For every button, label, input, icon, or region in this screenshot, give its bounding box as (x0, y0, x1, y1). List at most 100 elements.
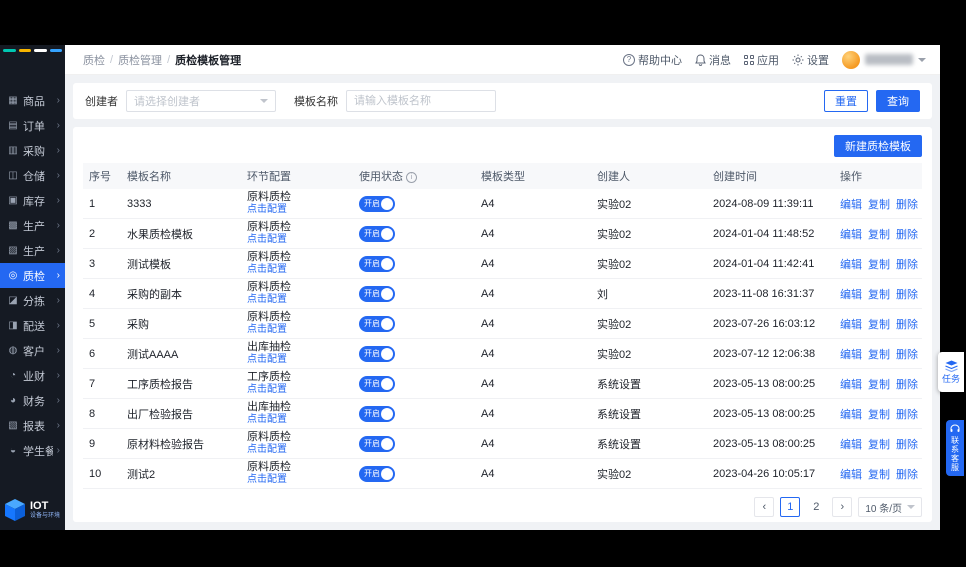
delete-link[interactable]: 删除 (896, 349, 918, 361)
copy-link[interactable]: 复制 (868, 199, 890, 211)
sidebar-item-13[interactable]: ◕财务› (0, 388, 65, 413)
creator-cell: 系统设置 (591, 399, 707, 429)
operations-cell: 编辑复制删除 (834, 189, 922, 219)
sidebar-item-2[interactable]: ▤订单› (0, 113, 65, 138)
toggle-knob (381, 468, 393, 480)
messages-button[interactable]: 消息 (695, 52, 731, 68)
help-center-button[interactable]: ? 帮助中心 (623, 52, 682, 68)
edit-link[interactable]: 编辑 (840, 469, 862, 481)
copy-link[interactable]: 复制 (868, 319, 890, 331)
sidebar-item-9[interactable]: ◪分拣› (0, 288, 65, 313)
col-operations: 操作 (834, 163, 922, 189)
logo-dash (34, 49, 47, 52)
configure-link[interactable]: 点击配置 (247, 324, 287, 336)
sidebar-item-10[interactable]: ◨配送› (0, 313, 65, 338)
delete-link[interactable]: 删除 (896, 319, 918, 331)
sidebar-item-12[interactable]: ◔业财› (0, 363, 65, 388)
configure-link[interactable]: 点击配置 (247, 384, 287, 396)
next-page-button[interactable]: › (832, 497, 852, 517)
delete-link[interactable]: 删除 (896, 409, 918, 421)
delete-link[interactable]: 删除 (896, 259, 918, 271)
configure-link[interactable]: 点击配置 (247, 474, 287, 486)
copy-link[interactable]: 复制 (868, 229, 890, 241)
copy-link[interactable]: 复制 (868, 469, 890, 481)
status-toggle[interactable]: 开启 (359, 466, 395, 482)
edit-link[interactable]: 编辑 (840, 289, 862, 301)
configure-link[interactable]: 点击配置 (247, 444, 287, 456)
status-toggle[interactable]: 开启 (359, 346, 395, 362)
page-button-2[interactable]: 2 (806, 497, 826, 517)
new-template-button[interactable]: 新建质检模板 (834, 135, 922, 157)
edit-link[interactable]: 编辑 (840, 319, 862, 331)
sidebar-item-7[interactable]: ▨生产› (0, 238, 65, 263)
status-toggle[interactable]: 开启 (359, 256, 395, 272)
configure-link[interactable]: 点击配置 (247, 294, 287, 306)
chevron-right-icon: › (57, 445, 60, 456)
status-cell: 开启 (353, 249, 475, 279)
chevron-right-icon: › (57, 345, 60, 356)
copy-link[interactable]: 复制 (868, 439, 890, 451)
template-name-input[interactable] (346, 90, 496, 112)
breadcrumb-item[interactable]: 质检管理 (118, 52, 162, 68)
operations-cell: 编辑复制删除 (834, 399, 922, 429)
creator-select[interactable]: 请选择创建者 (126, 90, 276, 112)
chevron-right-icon: › (57, 420, 60, 431)
copy-link[interactable]: 复制 (868, 349, 890, 361)
status-toggle[interactable]: 开启 (359, 226, 395, 242)
sidebar-item-8[interactable]: ◎质检› (0, 263, 65, 288)
template-name-cell: 工序质检报告 (121, 369, 241, 399)
edit-link[interactable]: 编辑 (840, 259, 862, 271)
status-toggle[interactable]: 开启 (359, 316, 395, 332)
delete-link[interactable]: 删除 (896, 439, 918, 451)
search-button[interactable]: 查询 (876, 90, 920, 112)
status-toggle[interactable]: 开启 (359, 406, 395, 422)
user-menu[interactable] (842, 51, 926, 69)
edit-link[interactable]: 编辑 (840, 349, 862, 361)
settings-button[interactable]: 设置 (792, 52, 829, 68)
sidebar-item-15[interactable]: ◒学生餐› (0, 438, 65, 463)
status-toggle[interactable]: 开启 (359, 436, 395, 452)
apps-button[interactable]: 应用 (744, 52, 779, 68)
configure-link[interactable]: 点击配置 (247, 234, 287, 246)
copy-link[interactable]: 复制 (868, 409, 890, 421)
edit-link[interactable]: 编辑 (840, 409, 862, 421)
template-type-cell: A4 (475, 369, 591, 399)
sidebar-item-3[interactable]: ▥采购› (0, 138, 65, 163)
delete-link[interactable]: 删除 (896, 379, 918, 391)
sidebar-item-11[interactable]: ◍客户› (0, 338, 65, 363)
page-button-1[interactable]: 1 (780, 497, 800, 517)
delete-link[interactable]: 删除 (896, 229, 918, 241)
sidebar-item-4[interactable]: ◫仓储› (0, 163, 65, 188)
breadcrumb-item[interactable]: 质检 (83, 52, 105, 68)
sidebar-item-5[interactable]: ▣库存› (0, 188, 65, 213)
copy-link[interactable]: 复制 (868, 379, 890, 391)
delete-link[interactable]: 删除 (896, 289, 918, 301)
sidebar-item-label: 客户 (23, 343, 53, 359)
contact-service-button[interactable]: 联系客服 (946, 420, 964, 476)
delete-link[interactable]: 删除 (896, 469, 918, 481)
copy-link[interactable]: 复制 (868, 289, 890, 301)
status-toggle[interactable]: 开启 (359, 286, 395, 302)
configure-link[interactable]: 点击配置 (247, 354, 287, 366)
edit-link[interactable]: 编辑 (840, 379, 862, 391)
reset-button[interactable]: 重置 (824, 90, 868, 112)
copy-link[interactable]: 复制 (868, 259, 890, 271)
edit-link[interactable]: 编辑 (840, 439, 862, 451)
page-size-select[interactable]: 10 条/页 (858, 497, 922, 517)
status-toggle[interactable]: 开启 (359, 376, 395, 392)
configure-link[interactable]: 点击配置 (247, 264, 287, 276)
status-toggle[interactable]: 开启 (359, 196, 395, 212)
messages-label: 消息 (709, 52, 731, 68)
configure-link[interactable]: 点击配置 (247, 204, 287, 216)
status-cell: 开启 (353, 339, 475, 369)
sidebar-item-6[interactable]: ▩生产› (0, 213, 65, 238)
sidebar-item-14[interactable]: ▧报表› (0, 413, 65, 438)
prev-page-button[interactable]: ‹ (754, 497, 774, 517)
info-circle-icon[interactable]: i (406, 172, 417, 183)
sidebar-item-1[interactable]: ▦商品› (0, 88, 65, 113)
task-float-button[interactable]: 任务 (938, 352, 964, 392)
configure-link[interactable]: 点击配置 (247, 414, 287, 426)
delete-link[interactable]: 删除 (896, 199, 918, 211)
edit-link[interactable]: 编辑 (840, 229, 862, 241)
edit-link[interactable]: 编辑 (840, 199, 862, 211)
